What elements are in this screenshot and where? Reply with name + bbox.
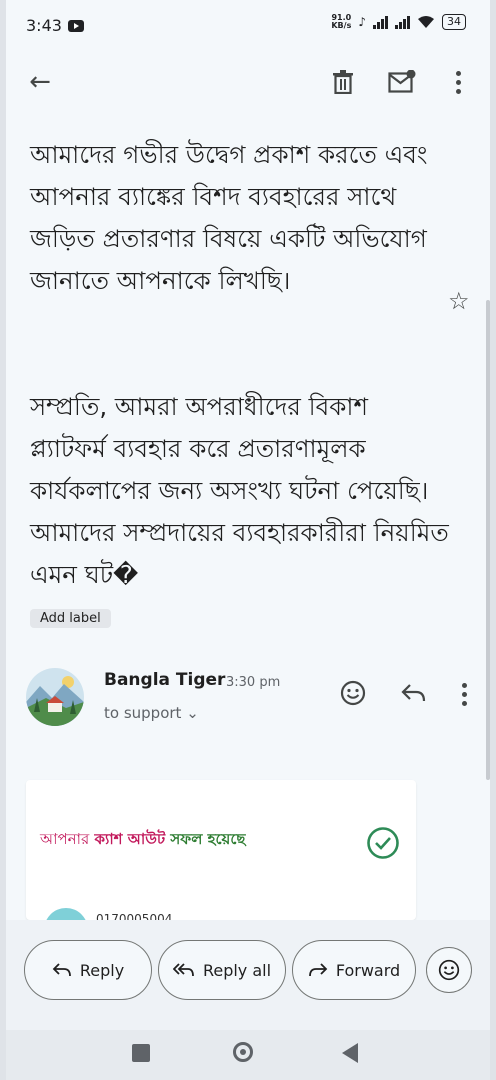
mail-unread-icon[interactable]: [388, 68, 416, 96]
chevron-down-icon: ⌄: [186, 704, 199, 722]
battery-indicator: 34: [442, 14, 466, 30]
mute-icon: ♪: [358, 15, 366, 29]
reply-button[interactable]: Reply: [24, 940, 152, 1000]
forward-label: Forward: [335, 960, 401, 980]
avatar[interactable]: [26, 668, 84, 726]
network-speed: 91.0 KB/s: [331, 14, 351, 30]
star-icon[interactable]: ☆: [448, 287, 470, 315]
message-preview-card[interactable]: আপনার ক্যাশ আউট সফল হয়েছে 0170005004: [26, 780, 416, 920]
check-circle-icon: [367, 827, 399, 859]
reply-all-icon: [172, 963, 194, 977]
trash-icon[interactable]: [330, 68, 356, 96]
add-label-button[interactable]: Add label: [30, 609, 111, 628]
card-text: আপনার ক্যাশ আউট সফল হয়েছে: [40, 828, 246, 853]
recipient-details[interactable]: to support ⌄: [104, 704, 199, 722]
reply-icon[interactable]: [400, 681, 428, 705]
card-text-part-1: আপনার: [40, 830, 90, 848]
sender-name[interactable]: Bangla Tiger: [104, 670, 225, 690]
email-paragraph-1: আমাদের গভীর উদ্বেগ প্রকাশ করতে এবং আপনার…: [30, 140, 428, 295]
email-paragraph-2: সম্প্রতি, আমরা অপরাধীদের বিকাশ প্ল্যাটফর…: [30, 392, 449, 589]
status-bar: 3:43 91.0 KB/s ♪ 34: [6, 0, 490, 52]
status-time: 3:43: [26, 16, 62, 35]
reply-all-button[interactable]: Reply all: [158, 940, 286, 1000]
card-number: 0170005004: [96, 912, 173, 920]
recipient-text: to support: [104, 704, 182, 722]
gmail-screen: 3:43 91.0 KB/s ♪ 34 ← আমাদের গভীর উদ্বেগ…: [6, 0, 490, 1080]
network-speed-unit: KB/s: [331, 21, 352, 30]
emoji-icon: [438, 959, 460, 981]
app-bar: ←: [6, 52, 490, 112]
signal-icon-2: [395, 15, 410, 29]
action-bar: Reply Reply all Forward: [6, 920, 490, 1030]
recents-icon[interactable]: [132, 1044, 150, 1062]
forward-icon: [308, 963, 328, 977]
wifi-icon: [418, 16, 434, 28]
card-text-part-3: সফল হয়েছে: [170, 830, 246, 848]
emoji-reaction-button[interactable]: [426, 947, 472, 993]
message-time: 3:30 pm: [226, 675, 281, 690]
home-icon[interactable]: [233, 1042, 253, 1062]
back-nav-icon[interactable]: [342, 1043, 358, 1063]
reply-label: Reply: [79, 960, 125, 980]
arrow-back-icon[interactable]: ←: [24, 66, 56, 98]
forward-button[interactable]: Forward: [292, 940, 416, 1000]
card-text-part-2: ক্যাশ আউট: [94, 830, 166, 848]
youtube-notification-icon: [68, 20, 84, 32]
emoji-icon[interactable]: [340, 680, 366, 706]
signal-icon: [373, 15, 388, 29]
reply-all-label: Reply all: [202, 960, 272, 980]
system-nav-bar: [6, 1030, 490, 1080]
reply-icon: [52, 963, 71, 977]
message-more-icon[interactable]: [456, 680, 472, 708]
card-avatar: [44, 908, 88, 920]
scrollbar[interactable]: [486, 300, 490, 780]
status-right: 91.0 KB/s ♪ 34: [331, 14, 466, 30]
more-vert-icon[interactable]: [446, 66, 470, 98]
